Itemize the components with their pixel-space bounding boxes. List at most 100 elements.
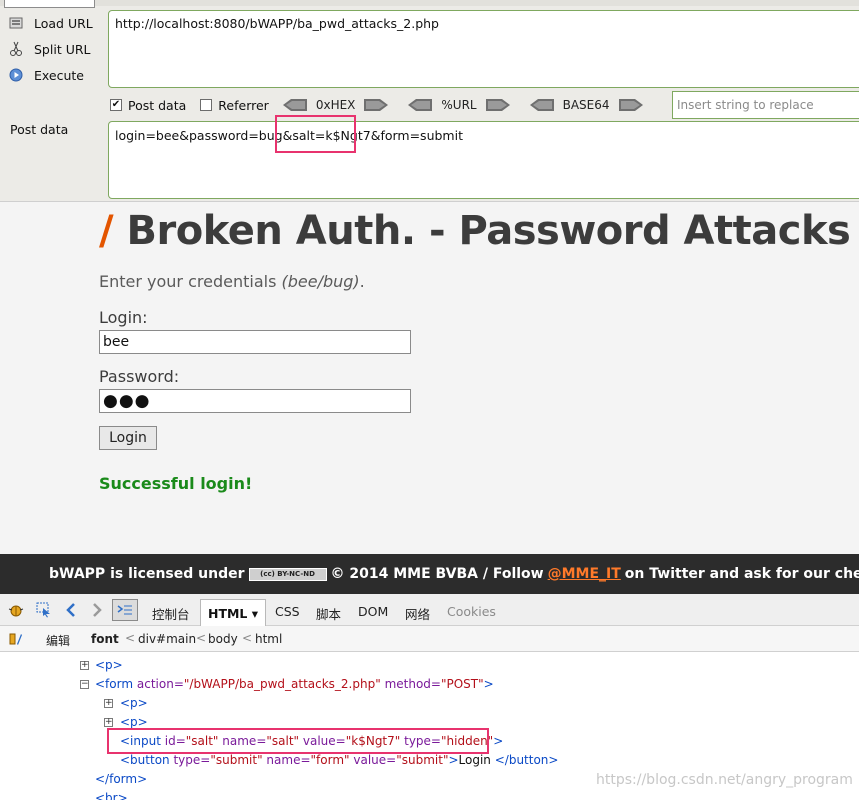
replace-string-placeholder: Insert string to replace: [677, 98, 814, 112]
load-url-label: Load URL: [34, 15, 93, 31]
tab-cookies[interactable]: Cookies: [447, 604, 496, 619]
tab-net[interactable]: 网络: [405, 604, 430, 623]
execute-label: Execute: [34, 67, 84, 83]
attr-method-value: "POST": [440, 677, 484, 691]
base64-label: BASE64: [562, 98, 610, 112]
tag-form-open: <form: [95, 677, 134, 691]
tag-form-close: </form>: [95, 772, 148, 786]
tree-node-p[interactable]: <p>: [120, 696, 148, 710]
url-textarea[interactable]: http://localhost:8080/bWAPP/ba_pwd_attac…: [108, 10, 859, 88]
split-url-label: Split URL: [34, 41, 91, 57]
breadcrumb-font[interactable]: font: [91, 632, 119, 646]
post-data-option-label: Post data: [128, 97, 187, 113]
tree-node-p[interactable]: <p>: [95, 658, 123, 672]
title-text: Broken Auth. - Password Attacks: [126, 208, 851, 254]
tree-node-form[interactable]: <form action="/bWAPP/ba_pwd_attacks_2.ph…: [95, 677, 494, 691]
url-encode-label: %URL: [441, 98, 477, 112]
referrer-checkbox[interactable]: Referrer: [200, 98, 269, 113]
attr-method: method=: [384, 677, 441, 691]
url-decode-arrow-icon[interactable]: [408, 99, 433, 111]
footer-suffix: on Twitter and ask for our cheat sheet, …: [624, 566, 859, 582]
url-encode-arrow-icon[interactable]: [485, 99, 510, 111]
salt-highlight-box: [275, 115, 356, 153]
expand-toggle[interactable]: +: [104, 699, 113, 708]
intro-suffix: .: [359, 272, 365, 291]
tab-script[interactable]: 脚本: [316, 604, 341, 623]
tree-node-button[interactable]: <button type="submit" name="form" value=…: [120, 753, 558, 767]
intro-prefix: Enter your credentials: [99, 272, 282, 291]
attr-action-value: "/bWAPP/ba_pwd_attacks_2.php": [183, 677, 381, 691]
tag-input-bracket: >: [493, 734, 504, 748]
breadcrumb-html[interactable]: html: [255, 632, 282, 646]
password-label: Password:: [99, 367, 180, 386]
login-input[interactable]: bee: [99, 330, 411, 354]
breadcrumb-edit[interactable]: 编辑: [46, 632, 70, 649]
firebug-toolbar: 控制台 HTML ▾ CSS 脚本 DOM 网络 Cookies: [0, 594, 859, 626]
execute-button[interactable]: Execute: [8, 65, 84, 85]
breadcrumb-separator: <: [125, 631, 136, 645]
breadcrumb-div-main[interactable]: div#main: [138, 632, 196, 646]
intro-text: Enter your credentials (bee/bug).: [99, 272, 365, 291]
forward-arrow-icon[interactable]: [89, 602, 105, 618]
attr-name: name=: [266, 753, 311, 767]
cc-license-badge[interactable]: (cc) BY-NC-ND: [248, 567, 327, 581]
footer-middle: © 2014 MME BVBA / Follow: [330, 566, 544, 582]
load-url-button[interactable]: Load URL: [8, 13, 93, 33]
attr-value: value=: [353, 753, 397, 767]
tab-console[interactable]: 控制台: [152, 604, 190, 623]
twitter-link[interactable]: @MME_IT: [548, 566, 621, 582]
login-button[interactable]: Login: [99, 426, 157, 450]
expand-toggle[interactable]: +: [104, 718, 113, 727]
attr-type-value: "submit": [210, 753, 263, 767]
url-value: http://localhost:8080/bWAPP/ba_pwd_attac…: [115, 16, 439, 31]
tree-node-p[interactable]: <p>: [120, 715, 148, 729]
title-slash-left: /: [99, 208, 114, 254]
intro-credentials: (bee/bug): [281, 272, 360, 291]
tag-button-close: </button>: [494, 753, 559, 767]
post-data-checkbox[interactable]: ✔ Post data: [110, 98, 186, 113]
split-url-button[interactable]: Split URL: [8, 39, 91, 59]
play-icon: [8, 67, 24, 83]
base64-encode-arrow-icon[interactable]: [618, 99, 643, 111]
salt-input-highlight-box: [107, 728, 489, 754]
tag-p: <p>: [120, 696, 148, 710]
password-input[interactable]: ●●●: [99, 389, 411, 413]
hackbar-panel: Load URL Split URL Execute http://localh…: [0, 0, 859, 202]
command-editor-icon[interactable]: [112, 599, 138, 621]
watermark-text: https://blog.csdn.net/angry_program: [596, 772, 853, 788]
tree-node-form-close[interactable]: </form>: [95, 772, 147, 786]
edit-pencil-icon[interactable]: [8, 631, 24, 647]
hackbar-menu-select[interactable]: [4, 0, 95, 8]
breadcrumb-body[interactable]: body: [208, 632, 238, 646]
load-url-icon: [8, 15, 24, 31]
scissors-icon: [8, 41, 24, 57]
breadcrumb-separator: <: [196, 631, 207, 645]
hex-decode-arrow-icon[interactable]: [282, 99, 307, 111]
inspect-element-icon[interactable]: [36, 602, 52, 618]
attr-type: type=: [173, 753, 211, 767]
footer-prefix: bWAPP is licensed under: [49, 566, 245, 582]
attr-name-value: "form": [310, 753, 350, 767]
tag-button-bracket: >: [448, 753, 459, 767]
tab-dom[interactable]: DOM: [358, 604, 388, 619]
tag-button-open: <button: [120, 753, 170, 767]
expand-toggle[interactable]: +: [80, 661, 89, 670]
tag-p: <p>: [95, 658, 123, 672]
breadcrumb-separator: <: [242, 631, 253, 645]
tree-node-br[interactable]: <br>: [95, 791, 128, 800]
hackbar-options-row: ✔ Post data Referrer 0xHEX %URL BASE64: [110, 95, 663, 115]
bwapp-page: / Broken Auth. - Password Attacks / Ente…: [0, 202, 859, 554]
base64-encoder: BASE64: [529, 98, 643, 112]
login-input-value: bee: [103, 334, 130, 350]
site-footer: bWAPP is licensed under (cc) BY-NC-ND © …: [0, 554, 859, 594]
base64-decode-arrow-icon[interactable]: [529, 99, 554, 111]
collapse-toggle[interactable]: −: [80, 680, 89, 689]
post-data-textarea[interactable]: login=bee&password=bug&salt=k$Ngt7&form=…: [108, 121, 859, 199]
back-arrow-icon[interactable]: [63, 602, 79, 618]
referrer-option-label: Referrer: [218, 97, 269, 113]
tab-css[interactable]: CSS: [275, 604, 300, 619]
hex-encode-arrow-icon[interactable]: [364, 99, 389, 111]
replace-string-input[interactable]: Insert string to replace: [672, 91, 859, 119]
firebug-bug-icon[interactable]: [8, 602, 24, 618]
tab-html[interactable]: HTML ▾: [200, 599, 266, 626]
